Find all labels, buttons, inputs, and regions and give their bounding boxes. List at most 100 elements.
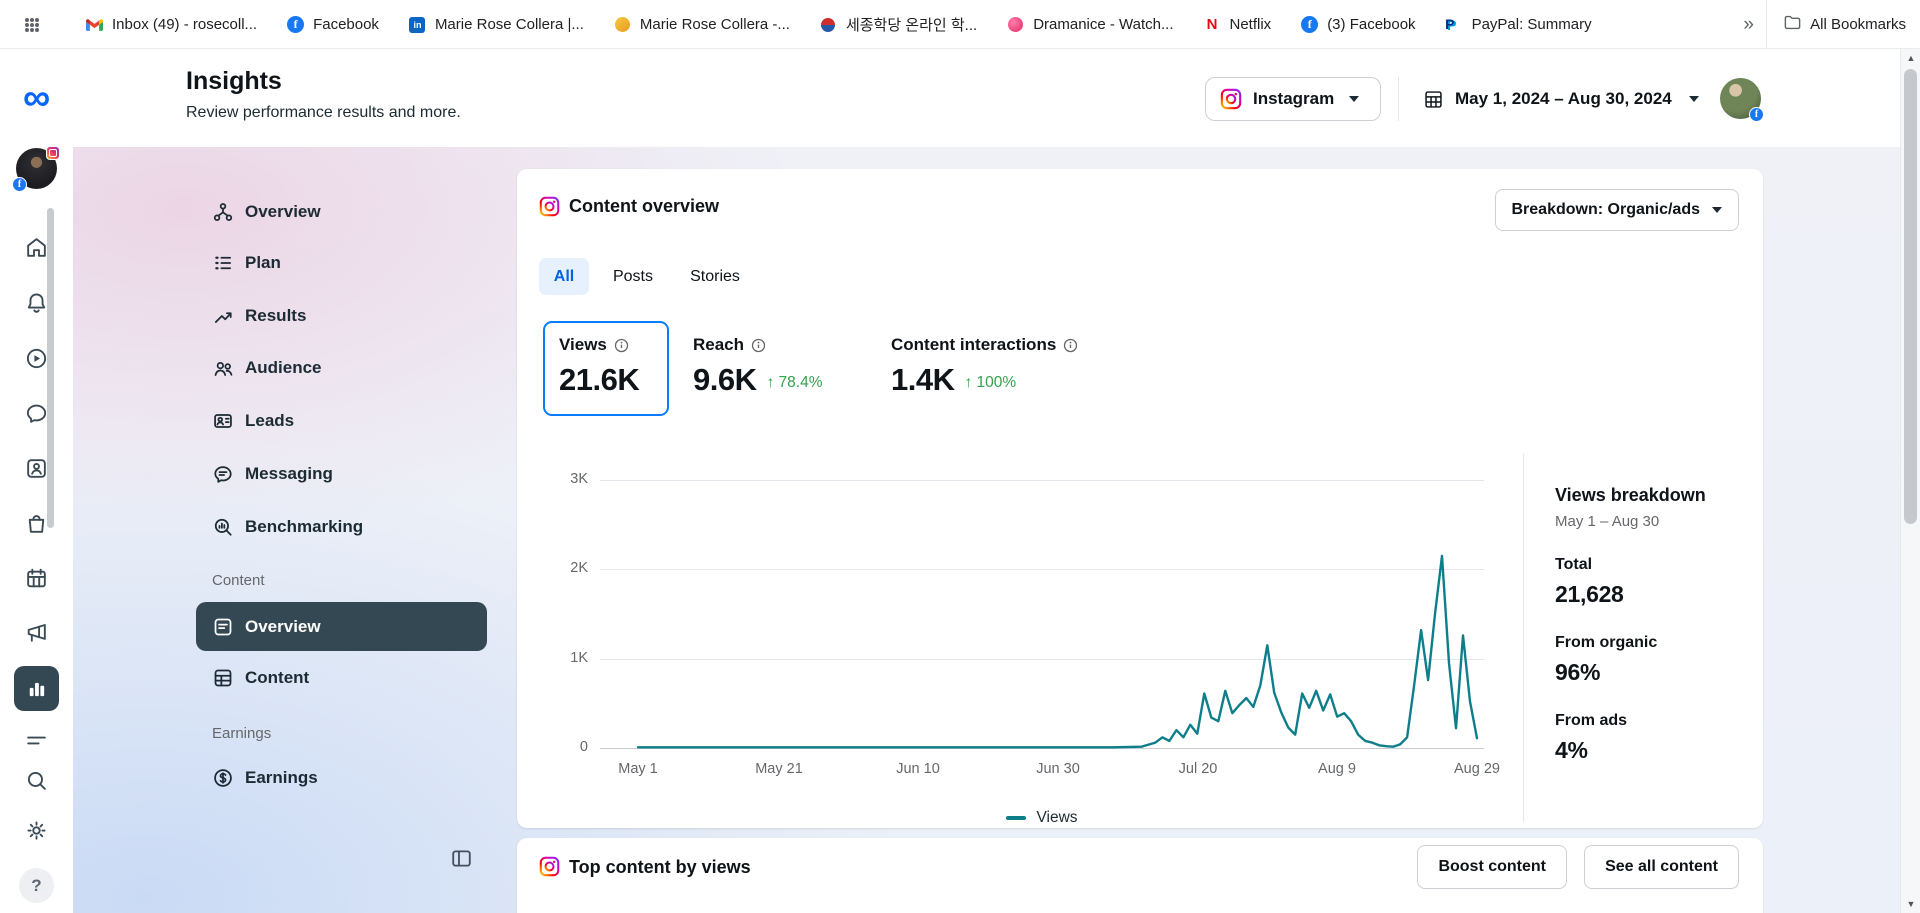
bookmark-facebook[interactable]: f Facebook	[287, 16, 379, 33]
chevron-down-icon	[1688, 96, 1699, 102]
meta-logo-icon[interactable]: ∞	[0, 78, 73, 118]
breakdown-row-label: From ads	[1555, 712, 1628, 729]
sidebar-item-label: Leads	[245, 411, 295, 430]
bookmark-facebook-2[interactable]: f (3) Facebook	[1301, 16, 1416, 33]
metric-label: Reach	[693, 335, 745, 354]
metric-label: Content interactions	[891, 335, 1057, 354]
info-icon[interactable]	[751, 338, 766, 353]
account-selector[interactable]: Instagram	[1205, 77, 1381, 121]
commerce-icon[interactable]	[0, 511, 73, 536]
apps-grid-dots	[25, 18, 29, 22]
business-profile-avatar[interactable]: f	[12, 146, 60, 192]
views-breakdown-title: Views breakdown	[1555, 485, 1706, 505]
bookmark-label: Facebook	[313, 16, 379, 33]
sidebar-section-content: Content	[212, 572, 265, 589]
netflix-icon: N	[1206, 16, 1218, 33]
all-bookmarks-button[interactable]: All Bookmarks	[1766, 0, 1906, 49]
tab-all[interactable]: All	[539, 258, 589, 295]
date-range-selector[interactable]: May 1, 2024 – Aug 30, 2024	[1417, 77, 1705, 121]
sidebar-item-benchmarking[interactable]: Benchmarking	[196, 505, 487, 549]
insights-icon[interactable]	[14, 666, 59, 711]
bookmark-label: Dramanice - Watch...	[1033, 16, 1174, 33]
breakdown-selector[interactable]: Breakdown: Organic/ads	[1494, 189, 1739, 231]
scrollbar-thumb[interactable]	[1904, 69, 1917, 524]
bookmark-paypal[interactable]: PP PayPal: Summary	[1445, 15, 1592, 33]
bookmark-gmail-inbox[interactable]: Inbox (49) - rosecoll...	[86, 16, 257, 33]
sidebar-item-label: Results	[245, 306, 307, 325]
boost-content-button[interactable]: Boost content	[1417, 845, 1567, 889]
rail-scrollbar[interactable]	[47, 208, 54, 528]
help-icon[interactable]: ?	[19, 868, 54, 903]
planner-icon[interactable]	[0, 566, 73, 591]
header-divider	[1398, 77, 1399, 121]
metric-views[interactable]: Views 21.6K	[543, 321, 669, 416]
tab-stories[interactable]: Stories	[679, 258, 751, 295]
inbox-icon[interactable]	[0, 401, 73, 426]
bookmark-label: Inbox (49) - rosecoll...	[112, 16, 258, 33]
sidebar-item-results[interactable]: Results	[196, 294, 487, 338]
breakdown-row-value: 21,628	[1555, 581, 1624, 607]
apps-grid-icon[interactable]	[24, 17, 40, 33]
see-all-content-button[interactable]: See all content	[1584, 845, 1739, 889]
bookmark-list: Inbox (49) - rosecoll... f Facebook in M…	[86, 0, 1592, 49]
sidebar-item-messaging[interactable]: Messaging	[196, 452, 487, 496]
y-tick-label: 1K	[570, 650, 588, 666]
bookmark-site-1[interactable]: Marie Rose Collera -...	[614, 16, 790, 33]
tab-posts[interactable]: Posts	[601, 258, 665, 295]
bookmarks-overflow-chevron[interactable]: »	[1743, 0, 1754, 49]
instagram-badge-icon	[46, 146, 60, 160]
arrow-up-icon: ↑	[766, 374, 775, 391]
all-bookmarks-label: All Bookmarks	[1810, 16, 1906, 33]
insights-header: Insights Review performance results and …	[73, 49, 1900, 147]
sidebar-item-leads[interactable]: Leads	[196, 399, 487, 443]
collapse-sidebar-icon[interactable]	[450, 847, 473, 875]
info-icon[interactable]	[1063, 338, 1078, 353]
sidebar-item-overview[interactable]: Overview	[196, 190, 487, 234]
bookmark-dramanice[interactable]: Dramanice - Watch...	[1007, 16, 1174, 33]
facebook-icon: f	[1301, 16, 1319, 33]
scroll-up-arrow[interactable]: ▲	[1901, 49, 1920, 67]
bookmark-site-korean[interactable]: 세종학당 온라인 학...	[820, 14, 977, 35]
search-icon[interactable]	[0, 768, 73, 793]
x-tick-label: Aug 9	[1318, 761, 1356, 777]
bookmark-netflix[interactable]: N Netflix	[1204, 16, 1272, 33]
all-tools-icon[interactable]	[0, 728, 73, 753]
views-line-svg	[636, 554, 1479, 749]
metric-value: 9.6K	[693, 362, 757, 397]
metric-delta: ↑ 78.4%	[766, 374, 823, 391]
home-icon[interactable]	[0, 235, 73, 260]
sidebar-item-audience[interactable]: Audience	[196, 346, 487, 390]
metric-label: Views	[559, 335, 607, 354]
sidebar-item-label: Plan	[245, 253, 281, 272]
sidebar-item-earnings[interactable]: Earnings	[196, 756, 487, 800]
metric-reach[interactable]: Reach 9.6K ↑ 78.4%	[693, 335, 823, 395]
x-tick-label: May 1	[618, 761, 658, 777]
gmail-icon	[86, 16, 103, 33]
sidebar-item-plan[interactable]: Plan	[196, 241, 487, 285]
sidebar-item-content-overview[interactable]: Overview	[196, 602, 487, 651]
sidebar-item-label: Content	[245, 668, 310, 687]
scroll-down-arrow[interactable]: ▼	[1901, 895, 1920, 913]
bookmark-label: Netflix	[1229, 16, 1272, 33]
metric-value: 1.4K	[891, 362, 955, 397]
pages-icon[interactable]	[0, 456, 73, 481]
settings-gear-icon[interactable]	[0, 818, 73, 843]
breakdown-row-label: From organic	[1555, 634, 1658, 651]
content-icon[interactable]	[0, 346, 73, 371]
x-tick-label: Jul 20	[1178, 761, 1218, 777]
bookmark-label: Marie Rose Collera |...	[434, 16, 584, 33]
sidebar-item-content[interactable]: Content	[196, 656, 487, 700]
metric-content-interactions[interactable]: Content interactions 1.4K ↑ 100%	[891, 335, 1078, 395]
ads-icon[interactable]	[0, 621, 73, 646]
views-line-chart: 3K 2K 1K 0 May 1 May 21 Jun 10 Jun 30 Ju…	[570, 469, 1500, 779]
notifications-icon[interactable]	[0, 290, 73, 315]
info-icon[interactable]	[614, 338, 629, 353]
user-avatar[interactable]: f	[1720, 78, 1764, 122]
sidebar-section-earnings: Earnings	[212, 725, 272, 742]
bookmark-linkedin[interactable]: in Marie Rose Collera |...	[409, 16, 584, 33]
browser-scrollbar[interactable]: ▲ ▼	[1900, 49, 1920, 913]
paypal-icon: PP	[1445, 15, 1457, 33]
calendar-icon	[1423, 89, 1444, 110]
legend-swatch	[1006, 816, 1027, 820]
chevron-down-icon	[1712, 207, 1722, 213]
